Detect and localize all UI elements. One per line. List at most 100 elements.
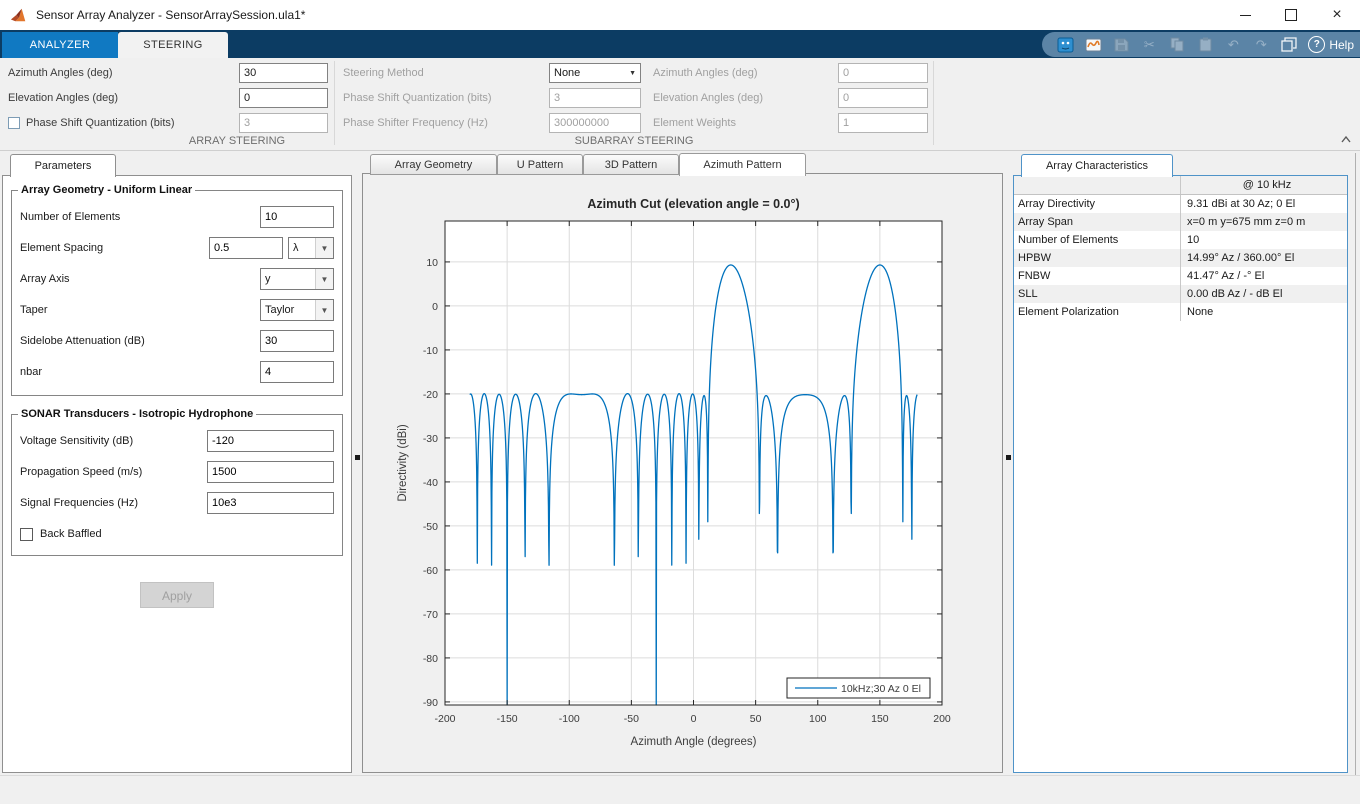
help-label: Help: [1329, 38, 1354, 52]
svg-text:-150: -150: [497, 713, 518, 725]
steering-ribbon: Azimuth Angles (deg) Elevation Angles (d…: [0, 58, 1360, 151]
tab-3d-pattern[interactable]: 3D Pattern: [583, 154, 679, 175]
toolstrip-tab-row: ANALYZER STEERING ✂ ↶ ↷ ? Help: [0, 30, 1360, 58]
minimize-icon: [1240, 14, 1251, 16]
svg-text:100: 100: [809, 713, 827, 725]
array-axis-value: y: [265, 273, 271, 285]
nbar-label: nbar: [20, 366, 260, 378]
taper-dropdown[interactable]: Taylor ▼: [260, 299, 334, 321]
right-splitter[interactable]: [1003, 153, 1013, 775]
tab-parameters[interactable]: Parameters: [10, 154, 116, 177]
close-button[interactable]: ×: [1314, 0, 1360, 30]
maximize-button[interactable]: [1268, 0, 1314, 30]
quick-access-toolbar: ✂ ↶ ↷ ? Help: [1042, 32, 1360, 57]
sonar-transducers-group: SONAR Transducers - Isotropic Hydrophone…: [11, 408, 343, 556]
document-area: Parameters Array Geometry - Uniform Line…: [0, 153, 1360, 775]
array-steering-caption: ARRAY STEERING: [140, 135, 334, 147]
propagation-speed-input[interactable]: [207, 461, 334, 483]
element-spacing-unit-value: λ: [293, 242, 299, 254]
array-axis-dropdown[interactable]: y ▼: [260, 268, 334, 290]
element-spacing-unit-dropdown[interactable]: λ ▼: [288, 237, 334, 259]
back-baffled-label: Back Baffled: [40, 528, 102, 540]
phase-shift-quantization-checkbox[interactable]: [8, 117, 20, 129]
copy-icon[interactable]: [1166, 35, 1188, 55]
voltage-sensitivity-input[interactable]: [207, 430, 334, 452]
steering-method-dropdown[interactable]: None ▼: [549, 63, 641, 83]
sub-phase-shift-quantization-input[interactable]: [549, 88, 641, 108]
minimize-button[interactable]: [1222, 0, 1268, 30]
sidelobe-attenuation-input[interactable]: [260, 330, 334, 352]
tab-array-characteristics[interactable]: Array Characteristics: [1021, 154, 1173, 177]
svg-text:-50: -50: [423, 521, 438, 533]
left-splitter[interactable]: [352, 153, 362, 775]
layout-icon[interactable]: [1278, 35, 1300, 55]
number-of-elements-input[interactable]: [260, 206, 334, 228]
table-row: Element PolarizationNone: [1014, 303, 1347, 321]
splitter-handle[interactable]: [355, 455, 360, 460]
voltage-sensitivity-label: Voltage Sensitivity (dB): [20, 435, 207, 447]
sub-elevation-angles-input[interactable]: [838, 88, 928, 108]
element-spacing-input[interactable]: [209, 237, 283, 259]
paste-icon[interactable]: [1194, 35, 1216, 55]
characteristics-table: @ 10 kHzArray Directivity9.31 dBi at 30 …: [1014, 176, 1347, 321]
table-row: Array Directivity9.31 dBi at 30 Az; 0 El: [1014, 195, 1347, 213]
tab-array-geometry[interactable]: Array Geometry: [370, 154, 497, 175]
dock-edge-divider: [1355, 153, 1356, 775]
phase-shift-quantization-label: Phase Shift Quantization (bits): [26, 117, 239, 129]
svg-text:-50: -50: [624, 713, 639, 725]
tab-u-pattern[interactable]: U Pattern: [497, 154, 583, 175]
azimuth-angles-label: Azimuth Angles (deg): [8, 67, 239, 79]
apply-button[interactable]: Apply: [140, 582, 214, 608]
sub-azimuth-angles-input[interactable]: [838, 63, 928, 83]
back-baffled-checkbox[interactable]: [20, 528, 33, 541]
array-characteristics-panel: @ 10 kHzArray Directivity9.31 dBi at 30 …: [1013, 175, 1348, 773]
maximize-icon: [1285, 9, 1297, 21]
help-button[interactable]: ? Help: [1308, 36, 1354, 53]
table-header-row: @ 10 kHz: [1014, 176, 1347, 195]
svg-text:-200: -200: [434, 713, 455, 725]
number-of-elements-label: Number of Elements: [20, 211, 260, 223]
new-session-icon[interactable]: [1054, 35, 1076, 55]
nbar-input[interactable]: [260, 361, 334, 383]
signal-frequencies-input[interactable]: [207, 492, 334, 514]
tab-analyzer[interactable]: ANALYZER: [2, 32, 118, 58]
svg-text:Directivity (dBi): Directivity (dBi): [397, 424, 409, 501]
sonar-transducers-group-title: SONAR Transducers - Isotropic Hydrophone: [18, 408, 256, 420]
svg-text:50: 50: [750, 713, 762, 725]
phase-shift-quantization-input[interactable]: [239, 113, 328, 133]
collapse-ribbon-icon[interactable]: [1340, 134, 1352, 144]
sub-azimuth-angles-label: Azimuth Angles (deg): [653, 67, 838, 79]
elevation-angles-input[interactable]: [239, 88, 328, 108]
svg-text:Azimuth Angle (degrees): Azimuth Angle (degrees): [631, 736, 757, 748]
sidelobe-attenuation-label: Sidelobe Attenuation (dB): [20, 335, 260, 347]
element-weights-input[interactable]: [838, 113, 928, 133]
window-title: Sensor Array Analyzer - SensorArraySessi…: [36, 8, 305, 22]
splitter-handle[interactable]: [1006, 455, 1011, 460]
svg-text:Azimuth Cut (elevation angle =: Azimuth Cut (elevation angle = 0.0°): [587, 197, 799, 211]
cut-icon[interactable]: ✂: [1138, 35, 1160, 55]
tab-azimuth-pattern[interactable]: Azimuth Pattern: [679, 153, 806, 176]
svg-text:-10: -10: [423, 345, 438, 357]
parameters-panel: Array Geometry - Uniform Linear Number o…: [2, 175, 352, 773]
azimuth-angles-input[interactable]: [239, 63, 328, 83]
array-steering-section: Azimuth Angles (deg) Elevation Angles (d…: [0, 62, 334, 137]
open-session-icon[interactable]: [1082, 35, 1104, 55]
table-row: SLL0.00 dB Az / - dB El: [1014, 285, 1347, 303]
phase-shifter-frequency-label: Phase Shifter Frequency (Hz): [335, 117, 549, 129]
frequency-column-header: @ 10 kHz: [1181, 176, 1347, 194]
svg-text:-80: -80: [423, 653, 438, 665]
tab-steering[interactable]: STEERING: [118, 32, 228, 58]
svg-text:-30: -30: [423, 433, 438, 445]
sub-elevation-angles-label: Elevation Angles (deg): [653, 92, 838, 104]
status-bar: [0, 775, 1360, 804]
svg-text:-70: -70: [423, 609, 438, 621]
taper-label: Taper: [20, 304, 260, 316]
undo-icon[interactable]: ↶: [1222, 35, 1244, 55]
svg-text:200: 200: [933, 713, 951, 725]
save-session-icon[interactable]: [1110, 35, 1132, 55]
redo-icon[interactable]: ↷: [1250, 35, 1272, 55]
phase-shifter-frequency-input[interactable]: [549, 113, 641, 133]
close-icon: ×: [1332, 7, 1341, 23]
steering-method-value: None: [554, 67, 580, 79]
svg-text:-20: -20: [423, 389, 438, 401]
